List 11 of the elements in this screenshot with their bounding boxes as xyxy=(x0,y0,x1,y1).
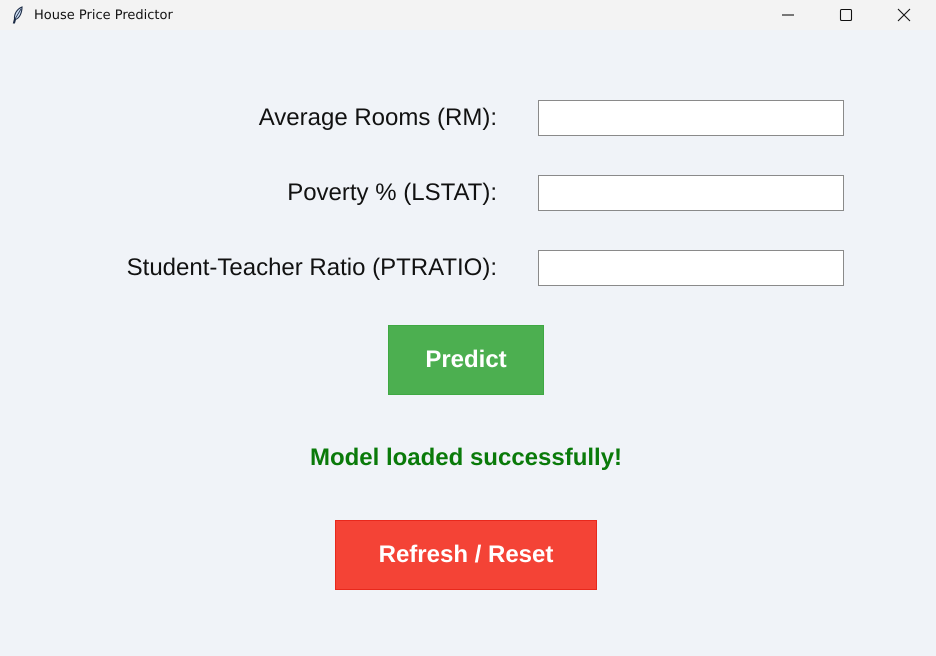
field-label: Student-Teacher Ratio (PTRATIO): xyxy=(126,254,497,282)
field-label: Poverty % (LSTAT): xyxy=(287,179,497,207)
status-message: Model loaded successfully! xyxy=(310,444,622,472)
window-title: House Price Predictor xyxy=(34,8,173,22)
input-field[interactable] xyxy=(538,100,844,136)
predict-button[interactable]: Predict xyxy=(388,325,544,395)
feather-icon xyxy=(12,6,23,24)
input-field[interactable] xyxy=(538,250,844,286)
input-field[interactable] xyxy=(538,175,844,211)
reset-button[interactable]: Refresh / Reset xyxy=(335,520,597,590)
field-label: Average Rooms (RM): xyxy=(258,104,497,132)
